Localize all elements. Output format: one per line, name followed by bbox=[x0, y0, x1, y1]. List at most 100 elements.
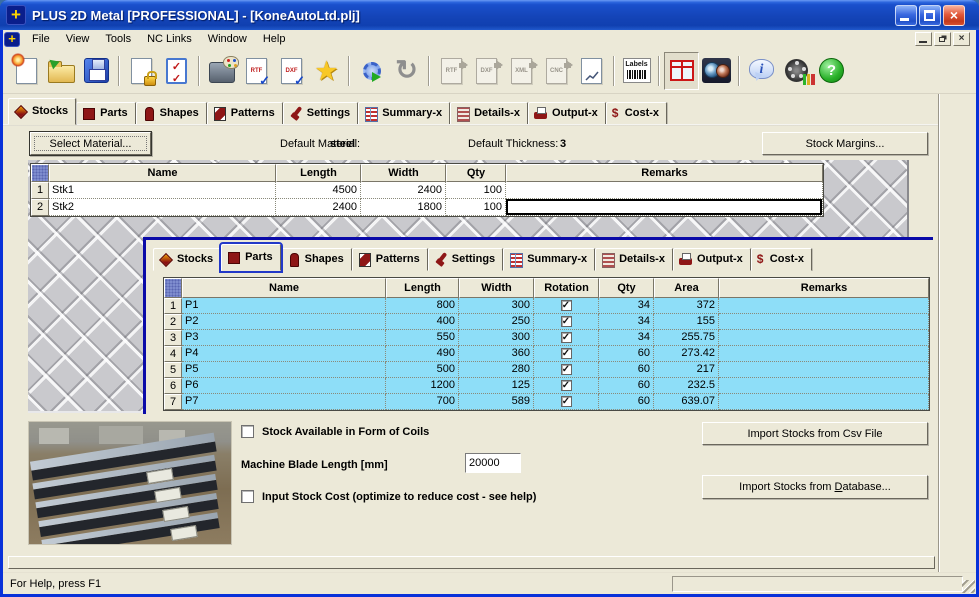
column-header-rotation[interactable]: Rotation bbox=[534, 278, 599, 298]
cell-length[interactable]: 700 bbox=[386, 394, 459, 410]
row-number[interactable]: 5 bbox=[164, 362, 182, 378]
save-button[interactable] bbox=[79, 52, 114, 90]
demo-movie-button[interactable] bbox=[779, 52, 814, 90]
export-xml-disabled-button[interactable]: XML bbox=[504, 52, 539, 90]
export-rtf-button[interactable]: RTF✓ bbox=[239, 52, 274, 90]
cell-area[interactable]: 639.07 bbox=[654, 394, 719, 410]
cell-length[interactable]: 500 bbox=[386, 362, 459, 378]
validate-button[interactable]: ✓✓ bbox=[159, 52, 194, 90]
nested-tab-output-x[interactable]: Output-x bbox=[673, 248, 751, 271]
cell-name[interactable]: P5 bbox=[182, 362, 386, 378]
cell-width[interactable]: 250 bbox=[459, 314, 534, 330]
menu-help[interactable]: Help bbox=[255, 31, 294, 47]
rotation-checkbox[interactable]: ✓ bbox=[561, 380, 572, 391]
cell-qty[interactable]: 60 bbox=[599, 362, 654, 378]
row-number[interactable]: 1 bbox=[31, 182, 49, 199]
cell-remarks[interactable] bbox=[719, 298, 929, 314]
import-stocks-database-button[interactable]: Import Stocks from Database... bbox=[702, 475, 928, 499]
title-bar[interactable]: + PLUS 2D Metal [PROFESSIONAL] - [KoneAu… bbox=[0, 0, 979, 30]
stock-cost-checkbox[interactable] bbox=[241, 490, 254, 503]
stock-margins-button[interactable]: Stock Margins... bbox=[762, 132, 928, 155]
export-dxf-disabled-button[interactable]: DXF bbox=[469, 52, 504, 90]
cell-qty[interactable]: 60 bbox=[599, 394, 654, 410]
rotation-checkbox[interactable]: ✓ bbox=[561, 396, 572, 407]
document-system-icon[interactable]: + bbox=[4, 32, 20, 47]
column-header-remarks[interactable]: Remarks bbox=[719, 278, 929, 298]
cell-width[interactable]: 125 bbox=[459, 378, 534, 394]
print-labels-button[interactable]: Labels bbox=[619, 52, 654, 90]
cell-name[interactable]: P7 bbox=[182, 394, 386, 410]
cell-qty[interactable]: 100 bbox=[446, 199, 506, 216]
mdi-close-button[interactable]: × bbox=[953, 32, 970, 46]
minimize-button[interactable] bbox=[895, 5, 917, 26]
coils-button[interactable] bbox=[699, 52, 734, 90]
select-material-button[interactable]: Select Material... bbox=[30, 132, 151, 155]
cell-qty[interactable]: 34 bbox=[599, 314, 654, 330]
rotation-checkbox[interactable]: ✓ bbox=[561, 300, 572, 311]
column-header-name[interactable]: Name bbox=[49, 164, 276, 182]
layout-grid-button[interactable] bbox=[664, 52, 699, 90]
menu-window[interactable]: Window bbox=[200, 31, 255, 47]
rotation-checkbox[interactable]: ✓ bbox=[561, 316, 572, 327]
cell-width[interactable]: 300 bbox=[459, 298, 534, 314]
cell-length[interactable]: 400 bbox=[386, 314, 459, 330]
menu-view[interactable]: View bbox=[58, 31, 98, 47]
cell-remarks[interactable] bbox=[719, 362, 929, 378]
cell-length[interactable]: 1200 bbox=[386, 378, 459, 394]
cell-width[interactable]: 2400 bbox=[361, 182, 446, 199]
nested-tab-parts[interactable]: Parts bbox=[221, 244, 281, 271]
close-button[interactable]: × bbox=[943, 5, 965, 26]
cell-remarks[interactable] bbox=[719, 346, 929, 362]
cell-qty[interactable]: 34 bbox=[599, 330, 654, 346]
cell-remarks[interactable] bbox=[719, 314, 929, 330]
nested-tab-cost-x[interactable]: $Cost-x bbox=[751, 248, 812, 271]
cell-width[interactable]: 360 bbox=[459, 346, 534, 362]
resize-grip[interactable] bbox=[962, 580, 975, 593]
tab-patterns[interactable]: Patterns bbox=[207, 102, 283, 125]
new-project-button[interactable] bbox=[9, 52, 44, 90]
tab-cost-x[interactable]: $Cost-x bbox=[606, 102, 667, 125]
nested-tab-patterns[interactable]: Patterns bbox=[352, 248, 428, 271]
cell-area[interactable]: 155 bbox=[654, 314, 719, 330]
row-number[interactable]: 6 bbox=[164, 378, 182, 394]
cell-qty[interactable]: 60 bbox=[599, 378, 654, 394]
select-all-corner[interactable] bbox=[164, 278, 182, 298]
column-header-name[interactable]: Name bbox=[182, 278, 386, 298]
open-project-button[interactable] bbox=[44, 52, 79, 90]
cell-remarks-selected[interactable] bbox=[506, 199, 823, 216]
column-header-width[interactable]: Width bbox=[361, 164, 446, 182]
nested-tab-shapes[interactable]: Shapes bbox=[281, 248, 352, 271]
nested-tab-details-x[interactable]: Details-x bbox=[595, 248, 673, 271]
tab-parts[interactable]: Parts bbox=[76, 102, 136, 125]
cell-name[interactable]: Stk2 bbox=[49, 199, 276, 216]
cell-name[interactable]: P6 bbox=[182, 378, 386, 394]
protect-document-button[interactable] bbox=[124, 52, 159, 90]
column-header-length[interactable]: Length bbox=[386, 278, 459, 298]
cell-area[interactable]: 217 bbox=[654, 362, 719, 378]
cell-area[interactable]: 273.42 bbox=[654, 346, 719, 362]
tab-output-x[interactable]: Output-x bbox=[528, 102, 606, 125]
mdi-restore-button[interactable] bbox=[934, 32, 951, 46]
column-header-qty[interactable]: Qty bbox=[446, 164, 506, 182]
row-number[interactable]: 7 bbox=[164, 394, 182, 410]
row-number[interactable]: 2 bbox=[164, 314, 182, 330]
cell-remarks[interactable] bbox=[719, 330, 929, 346]
row-number[interactable]: 4 bbox=[164, 346, 182, 362]
about-button[interactable]: i bbox=[744, 52, 779, 90]
export-rtf-disabled-button[interactable]: RTF bbox=[434, 52, 469, 90]
row-number[interactable]: 2 bbox=[31, 199, 49, 216]
display-settings-button[interactable] bbox=[204, 52, 239, 90]
cell-width[interactable]: 300 bbox=[459, 330, 534, 346]
cell-name[interactable]: P1 bbox=[182, 298, 386, 314]
tab-details-x[interactable]: Details-x bbox=[450, 102, 528, 125]
nested-tab-settings[interactable]: Settings bbox=[428, 248, 503, 271]
select-all-corner[interactable] bbox=[31, 164, 49, 182]
row-number[interactable]: 3 bbox=[164, 330, 182, 346]
menu-file[interactable]: File bbox=[24, 31, 58, 47]
cell-width[interactable]: 1800 bbox=[361, 199, 446, 216]
tab-settings[interactable]: Settings bbox=[283, 102, 358, 125]
cell-qty[interactable]: 100 bbox=[446, 182, 506, 199]
maximize-button[interactable] bbox=[919, 5, 941, 26]
column-header-length[interactable]: Length bbox=[276, 164, 361, 182]
cell-length[interactable]: 550 bbox=[386, 330, 459, 346]
